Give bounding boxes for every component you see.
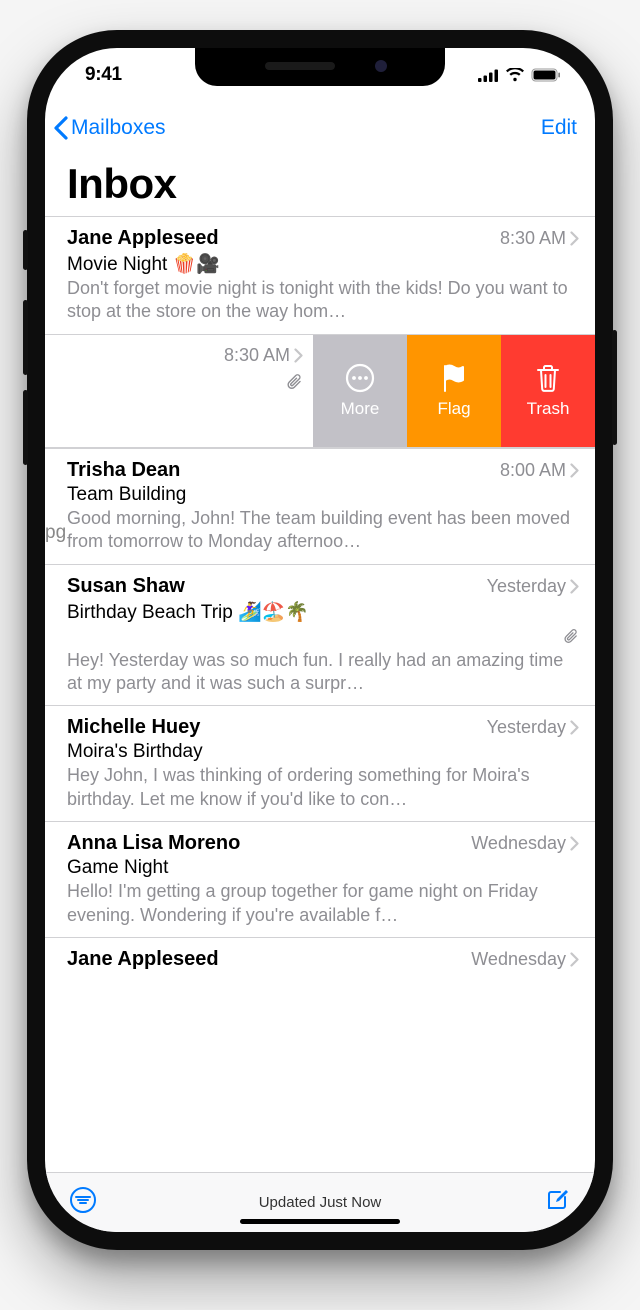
chevron-right-icon: [570, 836, 579, 851]
volume-up-button: [23, 300, 28, 375]
paperclip-icon: [564, 627, 579, 644]
paperclip-icon: [287, 372, 303, 390]
subject: Birthday Beach Trip 🏄‍♀️🏖️🌴: [67, 598, 579, 625]
preview: Good morning, John! The team building ev…: [67, 507, 579, 554]
compose-icon: [543, 1186, 571, 1214]
attachment-indicator: [67, 627, 579, 649]
side-button: [612, 330, 617, 445]
stray-text: pg: [45, 522, 66, 544]
message-row[interactable]: Jane Appleseed 8:30 AM Movie Night 🍿🎥 Do…: [45, 216, 595, 334]
date: 8:30 AM: [224, 345, 303, 366]
back-button[interactable]: Mailboxes: [53, 116, 166, 140]
swipe-actions: More Flag Trash: [313, 335, 595, 447]
chevron-right-icon: [570, 720, 579, 735]
sender: Michelle Huey: [67, 716, 200, 739]
wifi-icon: [505, 68, 525, 82]
screen: 9:41 Mailboxes Edit Inbox Jane Appleseed…: [45, 48, 595, 1232]
date: Yesterday: [487, 576, 579, 597]
sender: Trisha Dean: [67, 459, 180, 482]
clock: 9:41: [85, 64, 122, 86]
chevron-right-icon: [570, 579, 579, 594]
message-row[interactable]: Jane Appleseed Wednesday: [45, 937, 595, 977]
filter-button[interactable]: [69, 1186, 97, 1219]
message-row-swiped[interactable]: 8:30 AM More Flag: [45, 334, 595, 448]
notch: [195, 48, 445, 86]
volume-down-button: [23, 390, 28, 465]
chevron-right-icon: [570, 463, 579, 478]
more-icon: [345, 363, 375, 393]
message-row[interactable]: Trisha Dean 8:00 AM Team Building Good m…: [45, 448, 595, 564]
sender: Jane Appleseed: [67, 948, 219, 971]
sender: Jane Appleseed: [67, 227, 219, 250]
chevron-right-icon: [570, 952, 579, 967]
date: 8:00 AM: [500, 460, 579, 481]
preview: Don't forget movie night is tonight with…: [67, 277, 579, 324]
page-title: Inbox: [45, 154, 595, 216]
mute-switch: [23, 230, 28, 270]
date: Yesterday: [487, 717, 579, 738]
swiped-content: 8:30 AM: [45, 335, 313, 447]
message-row[interactable]: Michelle Huey Yesterday Moira's Birthday…: [45, 705, 595, 821]
more-action[interactable]: More: [313, 335, 407, 447]
chevron-right-icon: [570, 231, 579, 246]
edit-button[interactable]: Edit: [541, 116, 577, 140]
message-row[interactable]: Anna Lisa Moreno Wednesday Game Night He…: [45, 821, 595, 937]
preview: Hey John, I was thinking of ordering som…: [67, 764, 579, 811]
flag-icon: [440, 363, 468, 393]
preview: Hello! I'm getting a group together for …: [67, 880, 579, 927]
status-icons: [478, 68, 561, 82]
back-label: Mailboxes: [71, 116, 166, 140]
subject: Moira's Birthday: [67, 739, 579, 764]
sender: Anna Lisa Moreno: [67, 832, 240, 855]
date: 8:30 AM: [500, 228, 579, 249]
date: Wednesday: [471, 833, 579, 854]
trash-action[interactable]: Trash: [501, 335, 595, 447]
message-list[interactable]: Jane Appleseed 8:30 AM Movie Night 🍿🎥 Do…: [45, 216, 595, 1172]
trash-icon: [535, 363, 561, 393]
cellular-icon: [478, 69, 499, 82]
iphone-frame: pg 9:41 Mailboxes Edit Inbox Jane Apples…: [27, 30, 613, 1250]
battery-icon: [531, 68, 561, 82]
update-status: Updated Just Now: [259, 1194, 382, 1211]
preview: Hey! Yesterday was so much fun. I really…: [67, 649, 579, 696]
date: Wednesday: [471, 949, 579, 970]
subject: Team Building: [67, 482, 579, 507]
chevron-right-icon: [294, 348, 303, 363]
flag-action[interactable]: Flag: [407, 335, 501, 447]
navigation-bar: Mailboxes Edit: [45, 102, 595, 154]
subject: Game Night: [67, 855, 579, 880]
home-indicator[interactable]: [240, 1219, 400, 1224]
subject: Movie Night 🍿🎥: [67, 250, 579, 277]
sender: Susan Shaw: [67, 575, 185, 598]
chevron-left-icon: [53, 116, 69, 140]
message-row[interactable]: Susan Shaw Yesterday Birthday Beach Trip…: [45, 564, 595, 706]
filter-icon: [69, 1186, 97, 1214]
compose-button[interactable]: [543, 1186, 571, 1219]
